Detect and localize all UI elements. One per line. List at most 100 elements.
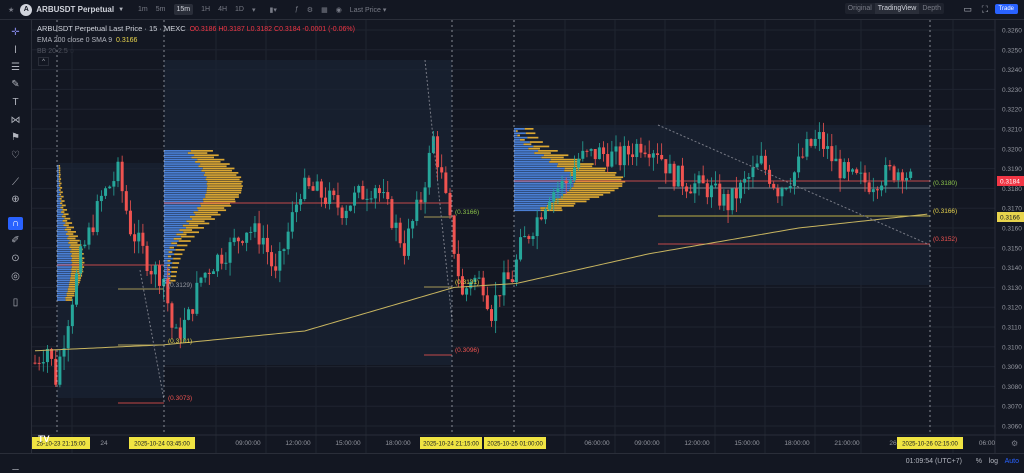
candle-body	[801, 156, 805, 158]
interval-1m[interactable]: 1m	[138, 6, 148, 13]
profile-3-buy-bar	[514, 200, 554, 203]
candle-body	[191, 309, 195, 314]
profile-2-sell-bar	[176, 233, 187, 236]
hidden-eye-icon[interactable]: ◌	[70, 48, 74, 55]
profile-3-sell-bar	[573, 183, 623, 185]
fullscreen-icon[interactable]: ⛶	[982, 4, 988, 15]
candle-body	[369, 198, 373, 200]
candle-body	[597, 147, 601, 160]
symbol-name[interactable]: ARBUSDT Perpetual	[36, 5, 114, 14]
profile-1-buy-bar	[57, 250, 71, 253]
percent-toggle[interactable]: %	[976, 458, 982, 465]
profile-1-sell-bar	[61, 215, 66, 218]
interval-1d[interactable]: 1D	[235, 6, 244, 13]
indicators-icon[interactable]: ƒ	[295, 6, 299, 13]
candle-body	[830, 146, 834, 162]
lock-drawings-icon[interactable]: ✐	[8, 234, 23, 247]
time-tick: 12:00:00	[684, 440, 710, 447]
auto-toggle[interactable]: Auto	[1005, 458, 1019, 465]
trade-button[interactable]: Trade	[994, 4, 1018, 14]
interval-dropdown-icon[interactable]: ▾	[252, 6, 256, 14]
profile-1-sell-bar	[58, 184, 61, 187]
candle-body	[556, 188, 560, 192]
profile-2-sell-bar	[171, 271, 178, 273]
brush-icon[interactable]: ✎	[8, 78, 23, 91]
profile-3-buy-bar	[514, 136, 528, 139]
profile-2-sell-bar	[191, 156, 215, 159]
interval-4h[interactable]: 4H	[218, 6, 227, 13]
camera-icon[interactable]: ◉	[336, 6, 342, 14]
favorite-star-icon[interactable]: ★	[8, 6, 14, 14]
log-toggle[interactable]: log	[989, 458, 998, 465]
trash-icon[interactable]: ▯	[8, 296, 23, 309]
eye-icon[interactable]: ◎	[8, 270, 23, 283]
profile-3-sell-bar	[549, 161, 578, 163]
profile-1-buy-bar	[57, 187, 60, 189]
ruler-icon[interactable]: ⟋	[8, 176, 23, 189]
candle-body	[245, 232, 249, 243]
collapse-legend-button[interactable]: ^	[38, 57, 49, 66]
level-annotation: (0.3152)	[933, 236, 957, 243]
profile-2-buy-bar	[164, 172, 205, 174]
symbol-dropdown-icon[interactable]: ▼	[118, 7, 124, 13]
price-tick: 0.3160	[1002, 226, 1022, 233]
bb-label[interactable]: BB 20 2.5	[37, 48, 68, 55]
profile-1-sell-bar	[58, 167, 61, 169]
interval-5m[interactable]: 5m	[156, 6, 166, 13]
candle-body	[535, 217, 539, 237]
ema-label[interactable]: EMA 200 close 0 SMA 9	[37, 37, 112, 44]
profile-2-buy-bar	[164, 183, 207, 185]
profile-2-sell-bar	[183, 231, 200, 234]
candle-body	[270, 252, 274, 267]
pattern-icon[interactable]: ⋈	[8, 114, 23, 127]
candle-body	[709, 185, 713, 198]
timezone-clock[interactable]: 01:09:54 (UTC+7)	[906, 458, 962, 465]
profile-1-sell-bar	[58, 165, 61, 167]
profile-3-sell-bar	[516, 130, 518, 132]
zoom-in-icon[interactable]: ⊕	[8, 193, 23, 206]
candle-body	[863, 172, 867, 183]
tab-tradingview[interactable]: TradingView	[874, 3, 920, 14]
window-icon[interactable]: ▭	[963, 4, 972, 15]
settings-icon[interactable]: ⚙	[307, 6, 313, 14]
candle-body	[228, 242, 232, 263]
price-type-select[interactable]: Last Price ▾	[350, 6, 387, 14]
candle-body	[593, 149, 597, 160]
text-icon[interactable]: T	[8, 96, 23, 109]
profile-2-sell-bar	[174, 253, 183, 256]
axis-settings-icon[interactable]: ⚙	[1011, 439, 1018, 448]
crosshair-icon[interactable]: ✛	[8, 26, 23, 39]
profile-3-sell-bar	[538, 150, 558, 152]
profile-3-sell-bar	[553, 200, 587, 203]
profile-2-buy-bar	[164, 242, 172, 245]
profile-2-buy-bar	[164, 251, 169, 253]
profile-3-sell-bar	[524, 128, 534, 130]
tab-original[interactable]: Original	[845, 3, 875, 14]
tab-depth[interactable]: Depth	[919, 3, 944, 14]
prediction-icon[interactable]: ⚑	[8, 131, 23, 144]
fib-icon[interactable]: ☰	[8, 61, 23, 74]
profile-2-buy-bar	[164, 154, 195, 157]
magnet-icon[interactable]: ∩	[8, 217, 23, 230]
profile-1-sell-bar	[69, 246, 80, 249]
profile-1-buy-bar	[57, 266, 72, 268]
time-highlight-label: 2025-10-26 02:15:00	[902, 442, 958, 448]
chart-type-icon[interactable]: ▮▾	[270, 6, 277, 14]
layout-icon[interactable]: ▦	[321, 6, 328, 14]
interval-1h[interactable]: 1H	[201, 6, 210, 13]
candle-body	[631, 154, 635, 158]
price-chart[interactable]: 0.3260 0.3250 0.3240 0.3230 0.3220 0.3210 0.32…	[32, 20, 1024, 469]
interval-15m[interactable]: 15m	[173, 4, 194, 15]
profile-2-sell-bar	[195, 161, 221, 163]
favorites-heart-icon[interactable]: ♡	[8, 149, 23, 162]
candle-body	[79, 246, 83, 274]
profile-2-buy-bar	[164, 169, 202, 172]
trend-line-icon[interactable]: ǀ	[8, 44, 23, 57]
lock-icon[interactable]: ⊙	[8, 252, 23, 265]
candle-body	[851, 169, 855, 172]
time-tick: 06:00	[979, 440, 996, 447]
price-tick: 0.3170	[1002, 206, 1022, 213]
profile-1-sell-bar	[67, 237, 76, 240]
candle-body	[75, 273, 78, 305]
profile-1-buy-bar	[57, 204, 62, 207]
